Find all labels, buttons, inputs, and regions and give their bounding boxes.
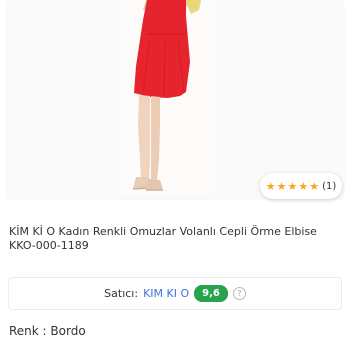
rating-badge[interactable]: ★ ★ ★ ★ ★ (1) [260, 173, 342, 199]
star-icon: ★ [287, 179, 298, 193]
seller-label: Satıcı: [104, 287, 139, 300]
product-detail-page: ★ ★ ★ ★ ★ (1) KİM Kİ O Kadın Renkli Omuz… [0, 0, 350, 350]
product-image-area[interactable]: ★ ★ ★ ★ ★ (1) [0, 0, 350, 207]
star-icon: ★ [298, 179, 309, 193]
star-icon: ★ [309, 179, 320, 193]
rating-count: (1) [322, 180, 337, 192]
seller-score-badge: 9,6 [194, 285, 228, 302]
product-code: KKO-000-1189 [9, 239, 89, 252]
seller-name-link[interactable]: KIM KI O [143, 287, 189, 300]
star-icon: ★ [265, 179, 276, 193]
product-title: KİM Kİ O Kadın Renkli Omuzlar Volanlı Ce… [9, 225, 344, 253]
product-name: KİM Kİ O Kadın Renkli Omuzlar Volanlı Ce… [9, 225, 317, 238]
star-icon: ★ [276, 179, 287, 193]
seller-info[interactable]: Satıcı: KIM KI O 9,6 ? [8, 277, 342, 310]
color-info: Renk : Bordo [9, 324, 86, 338]
question-icon[interactable]: ? [232, 287, 246, 300]
